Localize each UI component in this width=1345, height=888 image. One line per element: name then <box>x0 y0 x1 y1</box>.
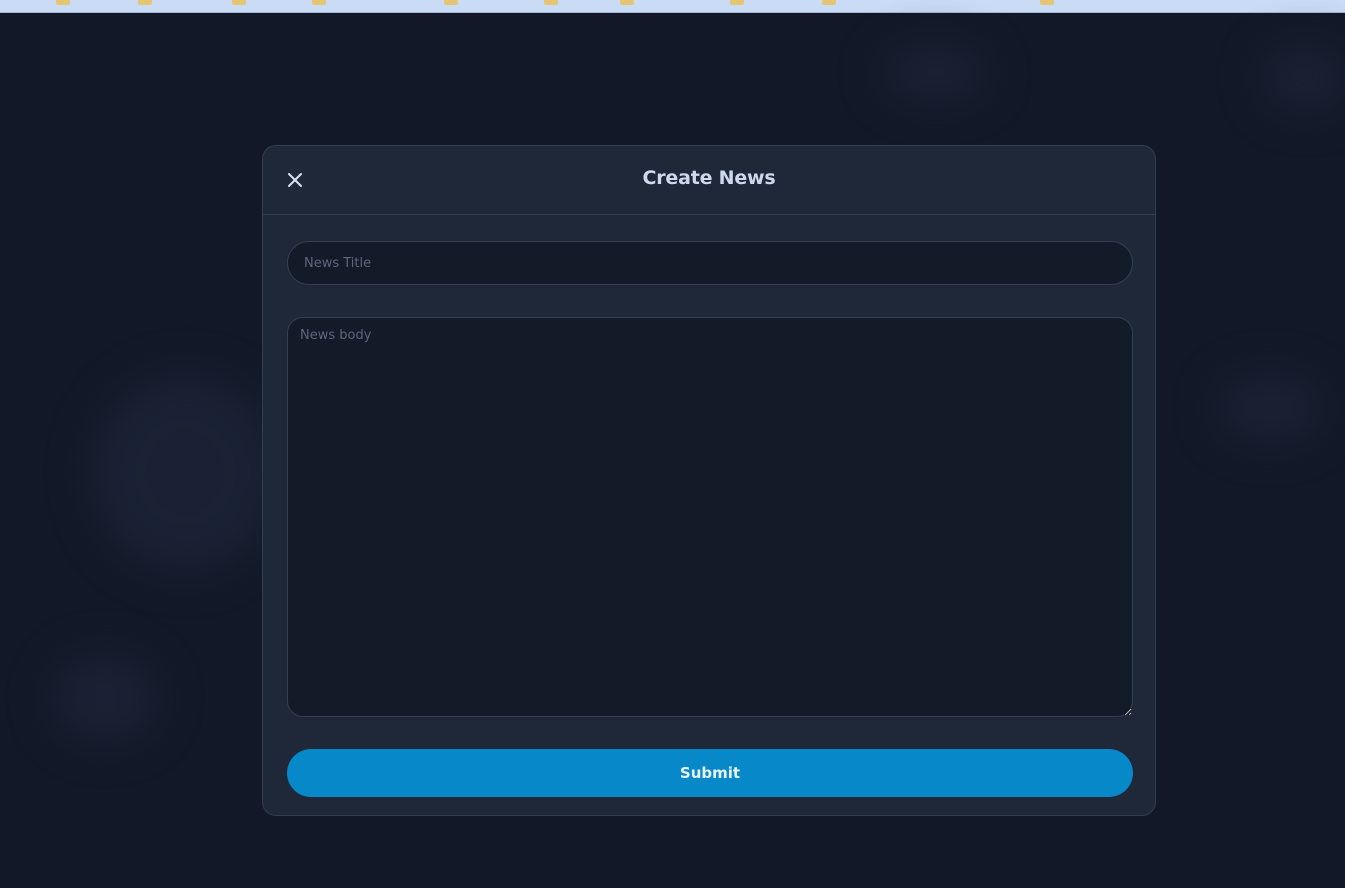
news-body-textarea[interactable] <box>287 317 1133 717</box>
bookmark-folder-icon[interactable] <box>730 0 744 5</box>
bookmark-folder-icon[interactable] <box>1040 0 1054 5</box>
background-blur-shape <box>1215 373 1325 443</box>
bookmark-folder-icon[interactable] <box>56 0 70 5</box>
background-blur-shape <box>880 43 990 103</box>
background-blur-shape <box>50 653 160 743</box>
browser-bookmarks-strip <box>0 0 1345 13</box>
bookmark-folder-icon[interactable] <box>620 0 634 5</box>
news-title-input[interactable] <box>287 241 1133 285</box>
background-blur-shape <box>1260 43 1345 113</box>
background-blur-shape <box>90 373 280 573</box>
bookmark-folder-icon[interactable] <box>822 0 836 5</box>
create-news-modal: Create News Submit <box>262 145 1156 816</box>
bookmark-folder-icon[interactable] <box>544 0 558 5</box>
bookmark-folder-icon[interactable] <box>232 0 246 5</box>
modal-header: Create News <box>263 146 1155 215</box>
submit-button[interactable]: Submit <box>287 749 1133 797</box>
bookmark-folder-icon[interactable] <box>138 0 152 5</box>
modal-title: Create News <box>642 167 776 189</box>
bookmark-folder-icon[interactable] <box>312 0 326 5</box>
bookmark-folder-icon[interactable] <box>444 0 458 5</box>
